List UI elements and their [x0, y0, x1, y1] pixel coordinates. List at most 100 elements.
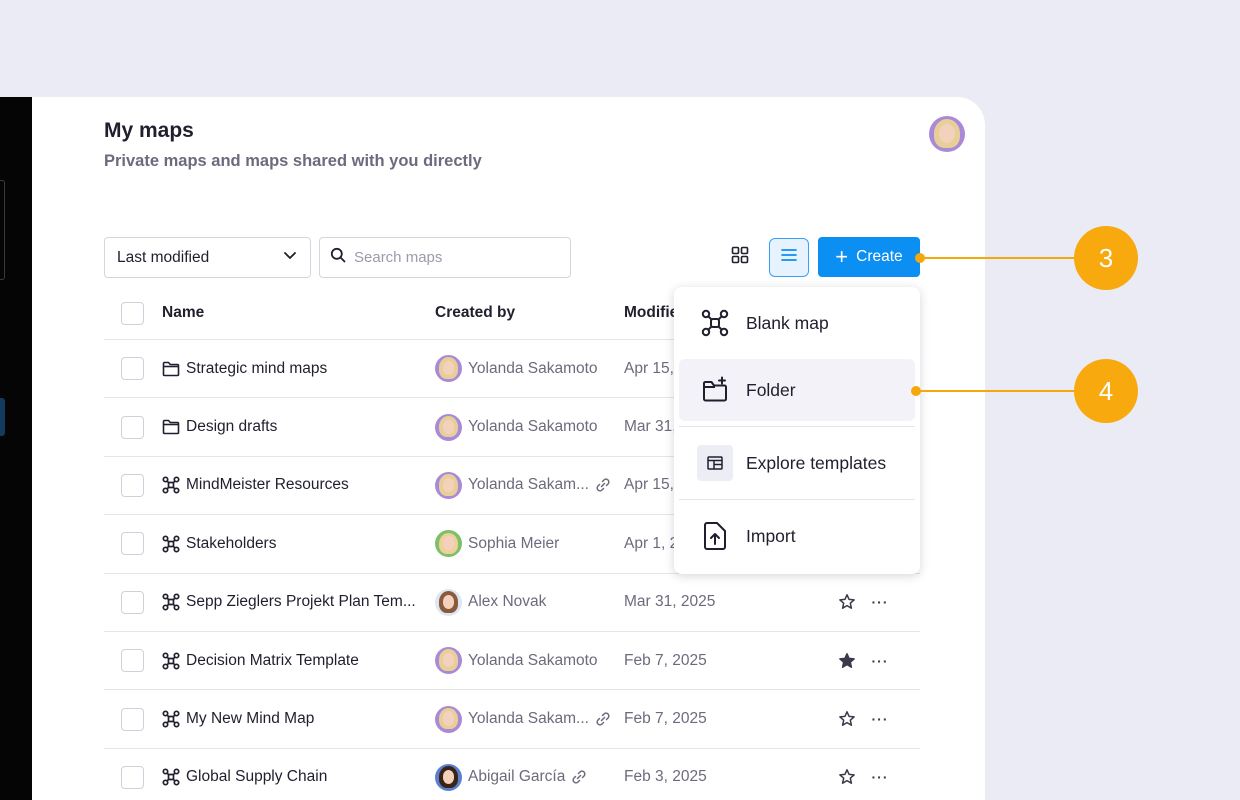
row-checkbox[interactable] — [121, 707, 144, 731]
table-row[interactable]: Global Supply Chain Abigail García Feb 3… — [104, 749, 920, 800]
modified-date: Mar 31, 2025 — [624, 593, 716, 611]
item-name[interactable]: Stakeholders — [162, 535, 435, 553]
more-options-icon[interactable]: ··· — [865, 653, 895, 669]
avatar — [435, 763, 462, 791]
mindmap-icon — [697, 305, 733, 341]
item-name[interactable]: MindMeister Resources — [162, 476, 435, 495]
menu-item-import[interactable]: Import — [679, 505, 915, 567]
created-by: Abigail García — [435, 763, 624, 791]
creator-name: Yolanda Sakamoto — [468, 418, 598, 436]
menu-item-label: Blank map — [746, 312, 829, 333]
row-checkbox[interactable] — [121, 357, 144, 381]
created-by: Yolanda Sakamoto — [435, 413, 624, 441]
sidebar-active-indicator — [0, 398, 5, 436]
search-icon — [330, 247, 346, 268]
search-box[interactable] — [319, 237, 571, 278]
column-header-name[interactable]: Name — [162, 304, 435, 322]
callout-4-line — [916, 390, 1080, 392]
plus-icon: + — [835, 244, 849, 269]
grid-icon — [731, 246, 749, 269]
avatar — [435, 647, 462, 675]
avatar — [435, 530, 462, 558]
avatar — [435, 588, 462, 616]
create-dropdown-menu: Blank map Folder Explore templates Impor… — [674, 287, 920, 574]
item-name-label: Design drafts — [186, 418, 278, 436]
row-checkbox[interactable] — [121, 765, 144, 789]
star-icon[interactable] — [829, 710, 865, 728]
column-header-created-by[interactable]: Created by — [435, 304, 624, 322]
create-button[interactable]: + Create — [818, 237, 920, 277]
item-name-label: Global Supply Chain — [186, 768, 328, 786]
page-title: My maps — [104, 119, 194, 142]
mindmap-icon — [162, 652, 180, 670]
list-view-button[interactable] — [769, 238, 809, 277]
menu-item-label: Folder — [746, 379, 796, 400]
select-all-checkbox[interactable] — [121, 301, 144, 325]
created-by: Yolanda Sakamoto — [435, 647, 624, 675]
more-options-icon[interactable]: ··· — [865, 594, 895, 610]
creator-name: Abigail García — [468, 768, 566, 786]
row-checkbox[interactable] — [121, 649, 144, 673]
item-name[interactable]: Design drafts — [162, 418, 435, 436]
created-by: Sophia Meier — [435, 530, 624, 558]
creator-name: Yolanda Sakamoto — [468, 359, 598, 377]
menu-item-label: Explore templates — [746, 452, 887, 473]
table-row[interactable]: Decision Matrix Template Yolanda Sakamot… — [104, 632, 920, 691]
menu-divider — [679, 499, 915, 500]
grid-view-button[interactable] — [722, 239, 758, 275]
callout-4-badge: 4 — [1074, 359, 1138, 423]
created-by: Yolanda Sakam... — [435, 471, 624, 499]
more-options-icon[interactable]: ··· — [865, 711, 895, 727]
search-input[interactable] — [354, 249, 554, 266]
chevron-down-icon — [282, 247, 298, 268]
user-avatar[interactable] — [929, 116, 965, 152]
creator-name: Yolanda Sakamoto — [468, 651, 598, 669]
star-icon[interactable] — [829, 768, 865, 786]
item-name[interactable]: Decision Matrix Template — [162, 652, 435, 670]
menu-item-explore-templates[interactable]: Explore templates — [679, 432, 915, 494]
mindmap-icon — [162, 476, 180, 495]
more-options-icon[interactable]: ··· — [865, 769, 895, 785]
row-checkbox[interactable] — [121, 532, 144, 556]
item-name-label: Sepp Zieglers Projekt Plan Tem... — [186, 593, 416, 611]
callout-3-badge: 3 — [1074, 226, 1138, 290]
menu-divider — [679, 426, 915, 427]
list-icon — [781, 248, 797, 267]
row-checkbox[interactable] — [121, 415, 144, 439]
modified-date: Feb 7, 2025 — [624, 710, 707, 728]
item-name[interactable]: My New Mind Map — [162, 710, 435, 728]
item-name[interactable]: Sepp Zieglers Projekt Plan Tem... — [162, 593, 435, 611]
star-filled-icon[interactable] — [829, 652, 865, 670]
item-name[interactable]: Global Supply Chain — [162, 768, 435, 786]
mindmap-icon — [162, 535, 180, 553]
row-checkbox[interactable] — [121, 590, 144, 614]
avatar — [435, 413, 462, 441]
link-icon — [595, 711, 611, 727]
link-icon — [571, 769, 587, 785]
page-subtitle: Private maps and maps shared with you di… — [104, 152, 482, 170]
row-checkbox[interactable] — [121, 473, 144, 497]
item-name-label: Strategic mind maps — [186, 359, 328, 377]
callout-3-line — [920, 257, 1080, 259]
sort-select-value: Last modified — [117, 248, 210, 266]
created-by: Yolanda Sakamoto — [435, 355, 624, 383]
menu-item-blank-map[interactable]: Blank map — [679, 292, 915, 354]
folder-icon — [162, 361, 180, 377]
folder-icon — [162, 419, 180, 435]
avatar — [435, 355, 462, 383]
create-button-label: Create — [856, 248, 903, 265]
sort-select[interactable]: Last modified — [104, 237, 311, 278]
mindmap-icon — [162, 710, 180, 728]
star-icon[interactable] — [829, 593, 865, 611]
avatar — [435, 471, 462, 499]
import-icon — [697, 518, 733, 554]
mindmap-icon — [162, 593, 180, 611]
table-row[interactable]: Sepp Zieglers Projekt Plan Tem... Alex N… — [104, 574, 920, 632]
item-name[interactable]: Strategic mind maps — [162, 360, 435, 378]
table-row[interactable]: My New Mind Map Yolanda Sakam... Feb 7, … — [104, 690, 920, 749]
menu-item-folder[interactable]: Folder — [679, 359, 915, 421]
avatar — [435, 705, 462, 733]
modified-date: Feb 7, 2025 — [624, 651, 707, 669]
sidebar-edge-element — [0, 180, 5, 280]
menu-item-label: Import — [746, 525, 796, 546]
